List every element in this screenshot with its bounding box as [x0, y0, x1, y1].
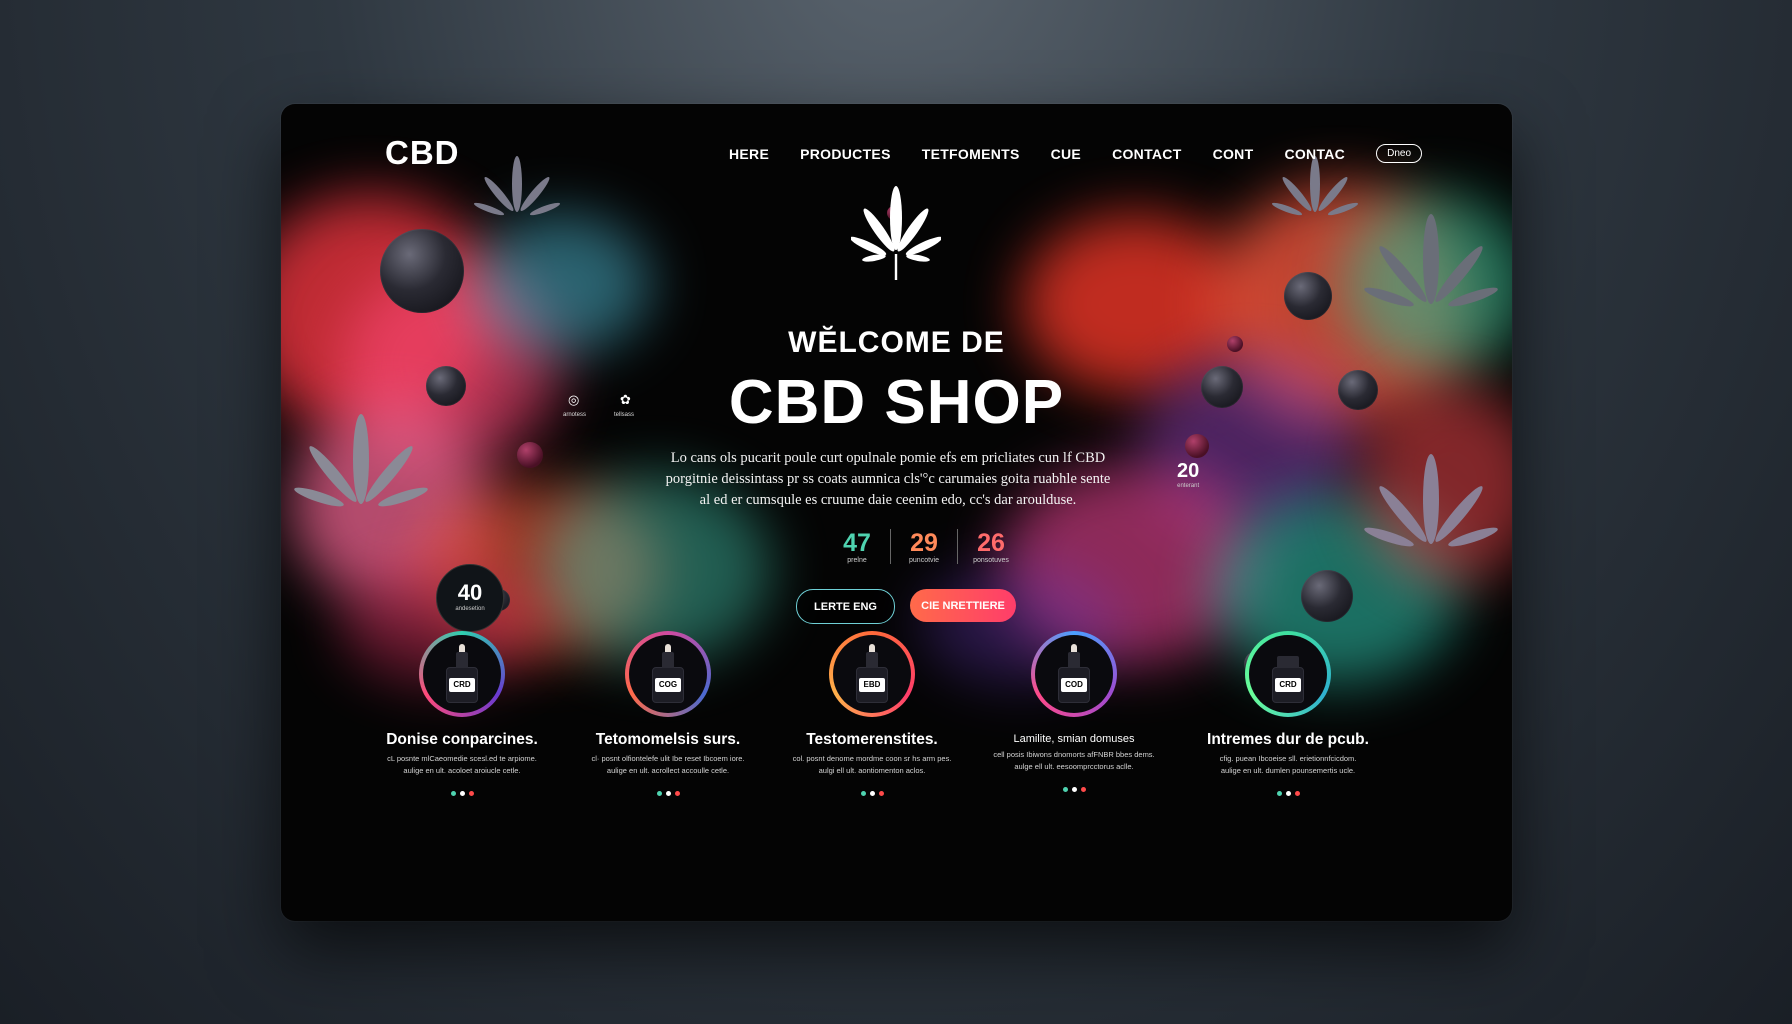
cannabis-leaf-icon — [851, 186, 941, 280]
stat-badge-left: 40 andesetion — [436, 564, 504, 632]
product-card[interactable]: COG Tetomomelsis surs. cl· posnt olfiont… — [573, 631, 763, 801]
bottle-label: COG — [655, 678, 681, 692]
product-text: cL posnte mlCaeomedie scesl.ed te arpiom… — [387, 754, 537, 763]
brand-logo[interactable]: CBD — [385, 134, 460, 172]
stat-label: ponsotuves — [973, 557, 1009, 564]
product-ring: COD — [1031, 631, 1117, 717]
cannabis-leaf-icon — [1364, 454, 1498, 547]
product-card[interactable]: CRD Intremes dur de pcub. cfig. puean Ib… — [1193, 631, 1383, 801]
decor-sphere — [1284, 272, 1332, 320]
product-title: Lamilite, smian domuses — [1013, 733, 1135, 745]
carousel-dots[interactable] — [777, 783, 967, 801]
globe-icon: ◎ — [568, 392, 580, 407]
product-title: Donise conparcines. — [386, 731, 538, 748]
cta-button[interactable]: CIE NRETTIERE — [910, 589, 1016, 622]
hero-title: CBD SHOP — [728, 368, 1065, 437]
nav-item-contact[interactable]: CONTACT — [1112, 146, 1182, 162]
badge-number: 20 — [1177, 460, 1200, 482]
bottle-icon: COD — [1058, 644, 1090, 703]
mini-label: arnotess — [563, 412, 587, 418]
nav-item-productes[interactable]: PRODUCTES — [800, 146, 891, 162]
cannabis-leaf-icon — [1271, 156, 1359, 216]
product-ring: CRD — [1245, 631, 1331, 717]
bottle-icon: CRD — [446, 644, 478, 703]
carousel-dots[interactable] — [979, 779, 1169, 797]
stat-label: prelne — [847, 557, 867, 564]
demo-pill-button[interactable]: Dneo — [1376, 144, 1423, 163]
product-card[interactable]: COD Lamilite, smian domuses cell posis I… — [979, 631, 1169, 797]
decor-orb — [517, 442, 543, 468]
product-text: cell posis Ibiwons dnomorts afFNBR bbes … — [993, 750, 1155, 759]
bottle-icon: COG — [652, 644, 684, 703]
product-title: Tetomomelsis surs. — [595, 731, 741, 748]
cannabis-leaf-icon — [473, 156, 561, 216]
stat-item: 29 puncotvie — [891, 529, 958, 564]
decor-sphere — [380, 229, 464, 313]
product-text: aulige en ult. dumlen pounsemertis ucle. — [1220, 766, 1356, 775]
product-title: Testomerenstites. — [806, 731, 938, 748]
bottle-label: EBD — [859, 678, 885, 692]
stat-number: 29 — [910, 529, 938, 557]
app-window: CBD HERE PRODUCTES TETFOMENTS CUE CONTAC… — [281, 104, 1512, 921]
nav-item-here[interactable]: HERE — [729, 146, 769, 162]
product-text: aulige en ult. acrollect accoulle cetle. — [606, 766, 730, 775]
mini-label: tellsass — [614, 412, 635, 418]
stat-label: puncotvie — [909, 557, 939, 564]
leaf-small-icon: ✿ — [620, 392, 631, 407]
cannabis-leaf-icon — [1364, 214, 1498, 307]
product-text: cfig. puean Ibcoeise sll. erietionnfcicd… — [1219, 754, 1357, 763]
product-ring: COG — [625, 631, 711, 717]
product-text: aulgi ell ult. aontiomenton aclos. — [818, 766, 926, 775]
product-text: cl· posnt olfiontelefe ulit Ibe reset Ib… — [591, 754, 745, 763]
bottle-icon: CRD — [1272, 656, 1304, 703]
stat-item: 47 prelne — [824, 529, 891, 564]
nav-item-contac[interactable]: CONTAC — [1284, 146, 1345, 162]
stat-badge-right: 20 enterant — [1177, 460, 1199, 489]
stat-number: 47 — [843, 529, 871, 557]
main-nav: HERE PRODUCTES TETFOMENTS CUE CONTACT CO… — [729, 144, 1423, 163]
hero-welcome: WĔLCOME DE — [788, 326, 1005, 359]
bottle-label: CRD — [449, 678, 475, 692]
product-card[interactable]: EBD Testomerenstites. col. posnt denome … — [777, 631, 967, 801]
carousel-dots[interactable] — [1193, 783, 1383, 801]
hero-description: Lo cans ols pucarit poule curt opulnale … — [665, 450, 1111, 508]
badge-number: 40 — [457, 580, 483, 605]
product-text: col. posnt denome mordme coon sr hs arm … — [792, 754, 952, 763]
stats-row: 47 prelne 29 puncotvie 26 ponsotuves — [824, 529, 1024, 564]
learn-button[interactable]: LERTE ENG — [796, 589, 895, 624]
product-ring: CRD — [419, 631, 505, 717]
carousel-dots[interactable] — [573, 783, 763, 801]
nav-item-cue[interactable]: CUE — [1051, 146, 1081, 162]
bottle-icon: EBD — [856, 644, 888, 703]
carousel-dots[interactable] — [367, 783, 557, 801]
nav-item-cont[interactable]: CONT — [1213, 146, 1254, 162]
badge-label: andesetion — [455, 606, 485, 612]
product-ring: EBD — [829, 631, 915, 717]
stat-number: 26 — [977, 529, 1005, 557]
decor-sphere — [1301, 570, 1353, 622]
product-text: aulge ell ult. eesoomprcctorus aclle. — [1014, 762, 1134, 771]
product-card[interactable]: CRD Donise conparcines. cL posnte mlCaeo… — [367, 631, 557, 801]
stat-item: 26 ponsotuves — [958, 529, 1024, 564]
bottle-label: COD — [1061, 678, 1087, 692]
product-title: Intremes dur de pcub. — [1207, 731, 1369, 748]
nav-item-tetfoments[interactable]: TETFOMENTS — [922, 146, 1020, 162]
bottle-label: CRD — [1275, 678, 1301, 692]
badge-label: enterant — [1177, 483, 1200, 489]
product-text: aulige en ult. acoloet aroiucle cetle. — [403, 766, 521, 775]
